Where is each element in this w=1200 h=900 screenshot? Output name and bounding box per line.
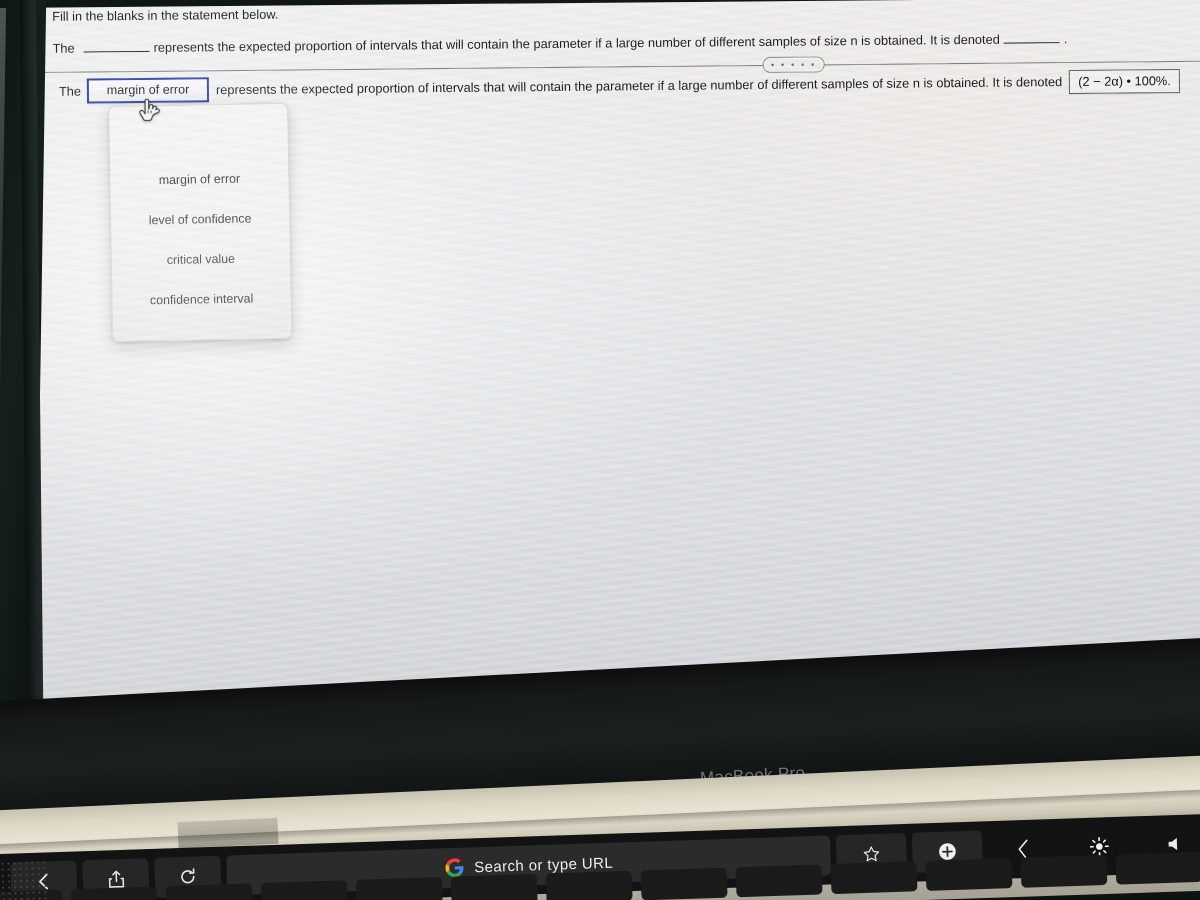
- blank-two[interactable]: [1003, 31, 1060, 44]
- dropdown-option-level-of-confidence[interactable]: level of confidence: [111, 198, 290, 241]
- statement-body-text: represents the expected proportion of in…: [153, 31, 1000, 55]
- dropdown-option-critical-value[interactable]: critical value: [112, 238, 291, 281]
- keyboard-key[interactable]: [70, 886, 158, 900]
- share-icon: [108, 870, 124, 888]
- question-instruction: Fill in the blanks in the statement belo…: [52, 6, 279, 24]
- reload-icon: [181, 868, 195, 884]
- speaker-icon: [1168, 837, 1178, 851]
- speaker-grille: [0, 859, 47, 900]
- siri-icon: [1018, 839, 1028, 858]
- brightness-icon: [1089, 837, 1109, 857]
- keyboard-key[interactable]: [1115, 851, 1200, 885]
- google-logo-icon: [445, 858, 464, 878]
- dropdown-option-margin-of-error[interactable]: margin of error: [110, 158, 289, 201]
- statement-period: .: [1063, 31, 1068, 47]
- keyboard-key[interactable]: [450, 873, 538, 900]
- statement-with-blanks: The represents the expected proportion o…: [52, 30, 1067, 57]
- dropdown-options-menu[interactable]: margin of error level of confidence crit…: [108, 102, 293, 343]
- keyboard-key[interactable]: [260, 880, 348, 900]
- keyboard-key[interactable]: [545, 870, 633, 900]
- pointer-hand-cursor: [139, 98, 160, 121]
- keyboard-key[interactable]: [830, 861, 918, 895]
- keyboard-key[interactable]: [1020, 854, 1108, 888]
- laptop-screen: Fill in the blanks in the statement belo…: [30, 0, 1200, 720]
- keyboard-key[interactable]: [735, 864, 823, 898]
- statement-lead-word: The: [52, 40, 75, 56]
- star-icon: [863, 846, 880, 862]
- answer-lead-word: The: [58, 83, 82, 99]
- keyboard-key[interactable]: [640, 867, 728, 900]
- photo-scene: Fill in the blanks in the statement belo…: [0, 0, 1200, 900]
- keyboard-key[interactable]: [355, 877, 443, 900]
- blank-one[interactable]: [83, 39, 150, 53]
- plus-circle-icon: [939, 843, 956, 860]
- keyboard-key[interactable]: [165, 883, 253, 900]
- answer-body-text: represents the expected proportion of in…: [215, 73, 1063, 98]
- keyboard-key[interactable]: [925, 858, 1013, 891]
- answer-value-box[interactable]: (2 − 2α) • 100%.: [1069, 68, 1180, 94]
- dropdown-option-confidence-interval[interactable]: confidence interval: [112, 278, 291, 321]
- exercise-content: Fill in the blanks in the statement belo…: [30, 0, 1200, 720]
